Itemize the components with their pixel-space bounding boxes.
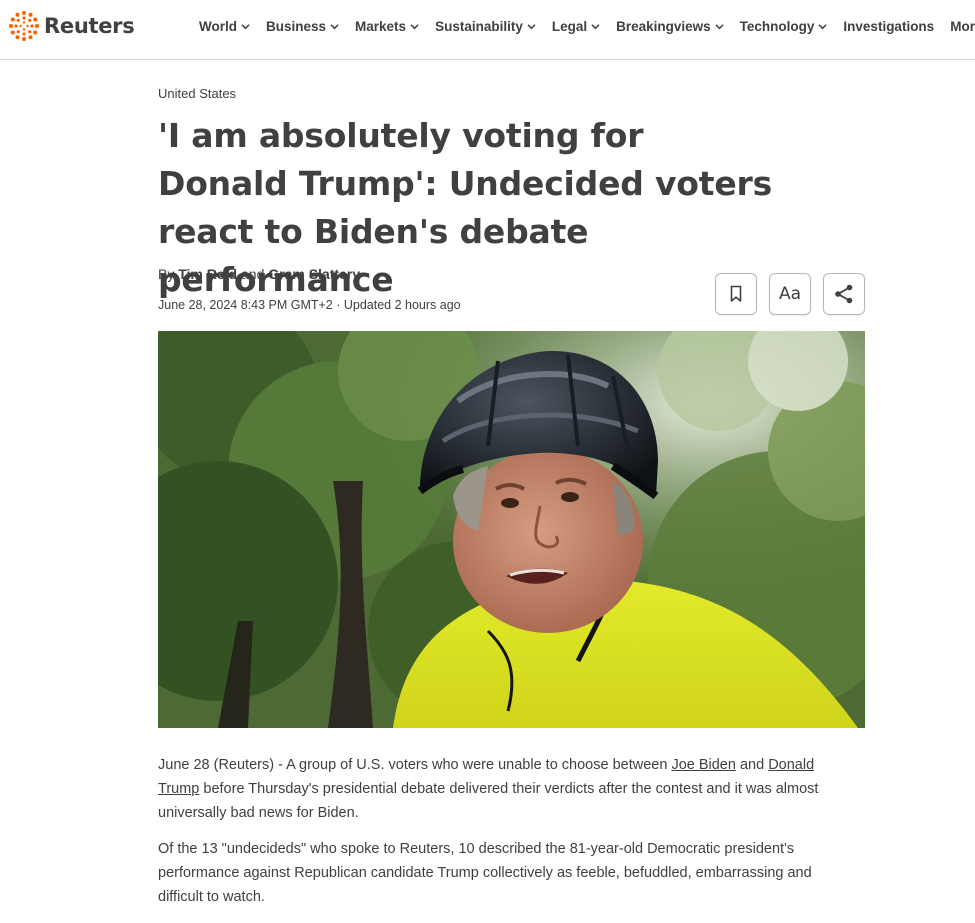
share-icon — [835, 284, 853, 304]
paragraph-text: and — [735, 757, 769, 773]
link-joe-biden[interactable]: Joe Biden — [671, 757, 736, 773]
nav-item-label: World — [199, 19, 237, 34]
chevron-down-icon — [818, 24, 828, 30]
bookmark-button[interactable] — [715, 273, 757, 315]
chevron-down-icon — [591, 24, 600, 30]
nav-item-label: Breakingviews — [616, 19, 711, 34]
nav-item-sustainability[interactable]: Sustainability — [435, 19, 536, 34]
chevron-down-icon — [715, 24, 724, 30]
nav-item-more[interactable]: More — [950, 19, 975, 34]
author-link[interactable]: Tim Reid — [178, 266, 237, 282]
nav-item-technology[interactable]: Technology — [740, 19, 828, 34]
nav-item-markets[interactable]: Markets — [355, 19, 419, 34]
nav-item-legal[interactable]: Legal — [552, 19, 600, 34]
text-size-label: Aa — [778, 284, 802, 304]
nav-item-label: Investigations — [843, 19, 935, 34]
article-paragraph: Of the 13 "undecideds" who spoke to Reut… — [158, 841, 812, 905]
chevron-down-icon — [241, 24, 250, 30]
article-paragraph: June 28 (Reuters) - A group of U.S. vote… — [158, 753, 848, 825]
text-size-button[interactable]: Aa — [769, 273, 811, 315]
article-tools: Aa — [715, 273, 865, 315]
site-header: Reuters World Business Markets Sustainab… — [0, 0, 975, 60]
hero-photo — [158, 331, 865, 728]
chevron-down-icon — [330, 24, 339, 30]
paragraph-text: before Thursday's presidential debate de… — [158, 781, 819, 821]
author-link[interactable]: Gram Slattery — [268, 266, 360, 282]
reuters-logo-icon — [9, 11, 39, 41]
byline-conj: and — [237, 266, 269, 282]
nav-item-investigations[interactable]: Investigations — [843, 19, 934, 34]
logo-wordmark: Reuters — [44, 14, 135, 38]
section-kicker[interactable]: United States — [158, 86, 236, 101]
bookmark-icon — [730, 285, 742, 302]
share-button[interactable] — [823, 273, 865, 315]
chevron-down-icon — [527, 24, 536, 30]
paragraph-text: June 28 (Reuters) - A group of U.S. vote… — [158, 757, 672, 773]
nav-item-label: Technology — [739, 19, 815, 34]
nav-item-label: Markets — [355, 19, 407, 34]
byline: By Tim Reid and Gram Slattery — [158, 266, 360, 282]
nav-item-label: Sustainability — [435, 19, 523, 34]
nav-item-business[interactable]: Business — [266, 19, 339, 34]
nav-item-label: Legal — [551, 19, 588, 34]
nav-item-world[interactable]: World — [199, 19, 250, 34]
nav-item-breakingviews[interactable]: Breakingviews — [616, 19, 724, 34]
article-dateline: June 28, 2024 8:43 PM GMT+2 · Updated 2 … — [158, 298, 461, 312]
reuters-logo[interactable]: Reuters — [8, 10, 135, 42]
hero-image[interactable] — [158, 331, 865, 728]
chevron-down-icon — [410, 24, 419, 30]
nav-item-label: More — [950, 19, 975, 34]
main-nav: World Business Markets Sustainability Le… — [199, 19, 975, 34]
byline-prefix: By — [158, 266, 179, 282]
nav-item-label: Business — [266, 19, 327, 34]
